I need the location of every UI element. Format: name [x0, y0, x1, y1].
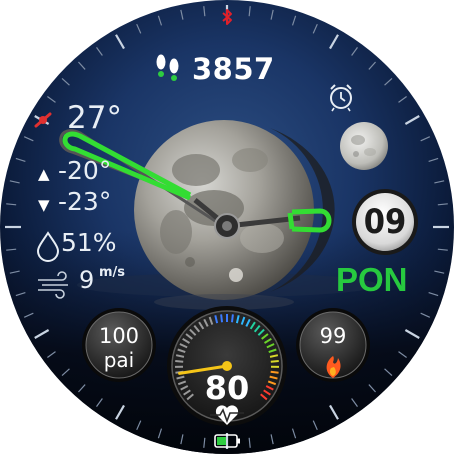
heart-rate-tick [270, 360, 279, 363]
current-temperature: 27° [67, 100, 122, 136]
heart-rate-tick [175, 360, 184, 363]
weekday-label: PON [336, 261, 408, 298]
humidity-value: 51% [61, 228, 117, 257]
watch-face: 3857 27° ▲ -20° ▼ -23° 51% 9 m/s 09 PON … [0, 0, 454, 454]
center-hub [214, 213, 240, 239]
heart-rate-value: 80 [204, 369, 250, 407]
date-day: 09 [363, 202, 407, 242]
temp-high: -23° [58, 187, 112, 216]
heart-rate-tick [220, 314, 224, 323]
heart-rate-tick [270, 370, 279, 374]
temp-low: -20° [58, 156, 112, 185]
heart-rate-tick [230, 314, 234, 323]
wind-unit: m/s [99, 265, 126, 280]
moon-phase-icon [340, 122, 388, 170]
temp-low-icon: ▲ [38, 165, 50, 183]
calories-value: 99 [319, 324, 347, 348]
pai-label: pai [103, 348, 135, 372]
wind-speed: 9 [79, 266, 95, 294]
temp-high-icon: ▼ [38, 196, 50, 214]
pai-value: 100 [98, 324, 140, 348]
steps-count: 3857 [192, 52, 275, 86]
